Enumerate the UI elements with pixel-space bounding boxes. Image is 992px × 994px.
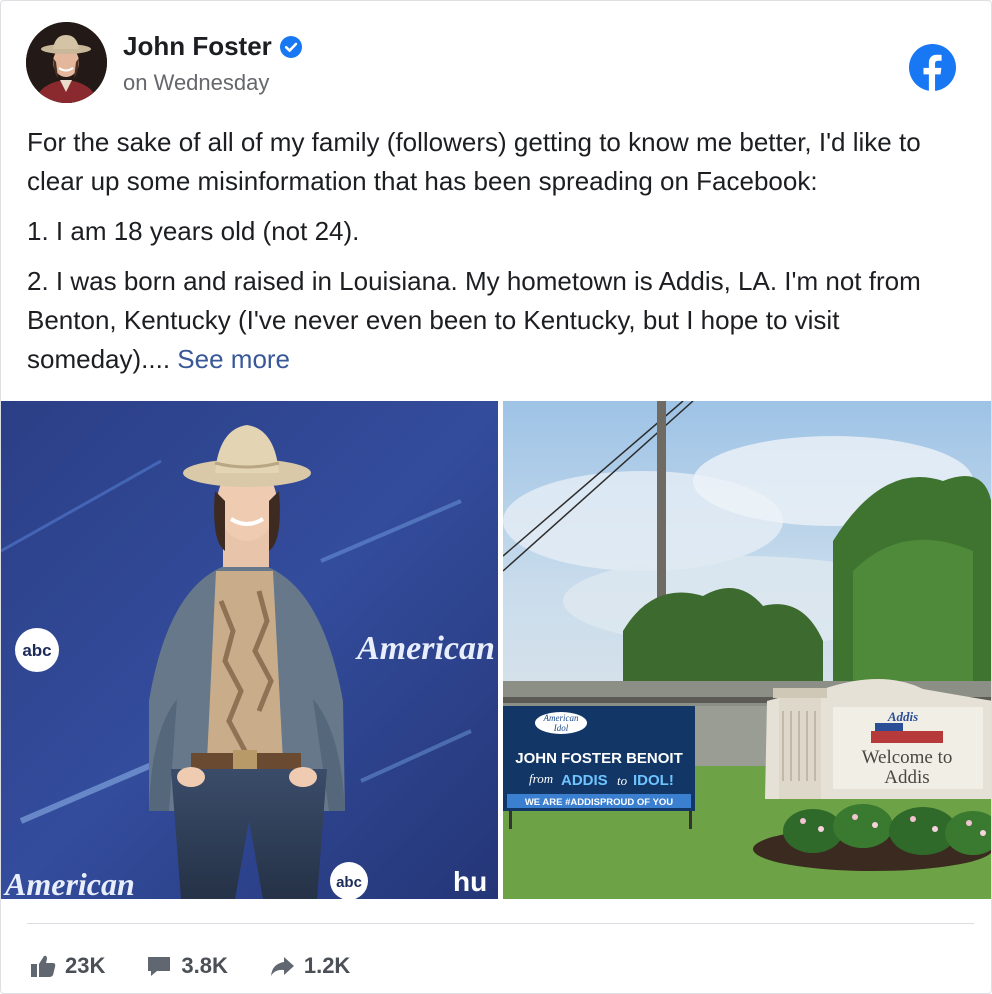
shares-count: 1.2K — [303, 953, 351, 978]
banner-addis-text: ADDIS — [561, 772, 608, 789]
american-idol-backdrop-text-2: American — [3, 866, 135, 899]
likes-stat[interactable]: 23K — [29, 952, 105, 980]
banner-logo-line1: American — [543, 713, 579, 723]
author-avatar[interactable] — [26, 22, 107, 103]
verified-badge-icon — [279, 35, 302, 58]
banner-from-text: from — [529, 771, 553, 786]
banner-idol-text: IDOL! — [633, 772, 674, 789]
author-row: John Foster — [123, 31, 302, 62]
banner-footer-text: WE ARE #ADDISPROUD OF YOU — [525, 797, 673, 808]
post-paragraph: 2. I was born and raised in Louisiana. M… — [27, 262, 972, 379]
thumbs-up-icon — [31, 955, 56, 977]
sign-town-text: Addis — [884, 767, 929, 788]
banner-logo-line2: Idol — [553, 723, 569, 733]
photo-red-carpet[interactable]: abc abc American American hu — [1, 401, 498, 899]
shares-stat[interactable]: 1.2K — [268, 952, 350, 980]
red-carpet-image: abc abc American American hu — [1, 401, 498, 899]
engagement-stats: 23K 3.8K 1.2K — [29, 946, 390, 986]
share-icon — [270, 957, 294, 976]
sign-logo-text: Addis — [887, 709, 918, 724]
avatar-image — [26, 22, 107, 103]
stats-divider — [27, 923, 974, 924]
american-idol-backdrop-text: American — [355, 630, 495, 667]
facebook-logo-icon[interactable] — [909, 44, 956, 91]
abc-logo-text-2: abc — [336, 874, 362, 891]
post-paragraph: 1. I am 18 years old (not 24). — [27, 216, 360, 246]
comment-icon — [148, 957, 171, 976]
likes-count: 23K — [65, 953, 106, 978]
photo-addis-sign[interactable]: American Idol JOHN FOSTER BENOIT from AD… — [503, 401, 991, 899]
post-timestamp[interactable]: on Wednesday — [123, 70, 269, 96]
see-more-link[interactable]: See more — [177, 344, 290, 374]
author-name[interactable]: John Foster — [123, 31, 272, 62]
post-paragraph-text: 2. I was born and raised in Louisiana. M… — [27, 266, 921, 374]
post-body: For the sake of all of my family (follow… — [27, 123, 972, 390]
comments-count: 3.8K — [181, 953, 228, 978]
post-paragraph: For the sake of all of my family (follow… — [27, 127, 921, 196]
comments-stat[interactable]: 3.8K — [145, 952, 228, 980]
hulu-logo-text: hu — [453, 866, 487, 897]
abc-logo-text: abc — [22, 641, 51, 660]
facebook-post-card: John Foster on Wednesday For the sake of… — [0, 0, 992, 994]
photo-grid: abc abc American American hu American Id… — [1, 401, 991, 899]
addis-welcome-sign-image: American Idol JOHN FOSTER BENOIT from AD… — [503, 401, 991, 899]
post-header: John Foster on Wednesday — [26, 22, 976, 104]
banner-name-text: JOHN FOSTER BENOIT — [515, 750, 683, 767]
banner-to-text: to — [617, 773, 628, 788]
sign-welcome-text: Welcome to — [862, 747, 953, 768]
